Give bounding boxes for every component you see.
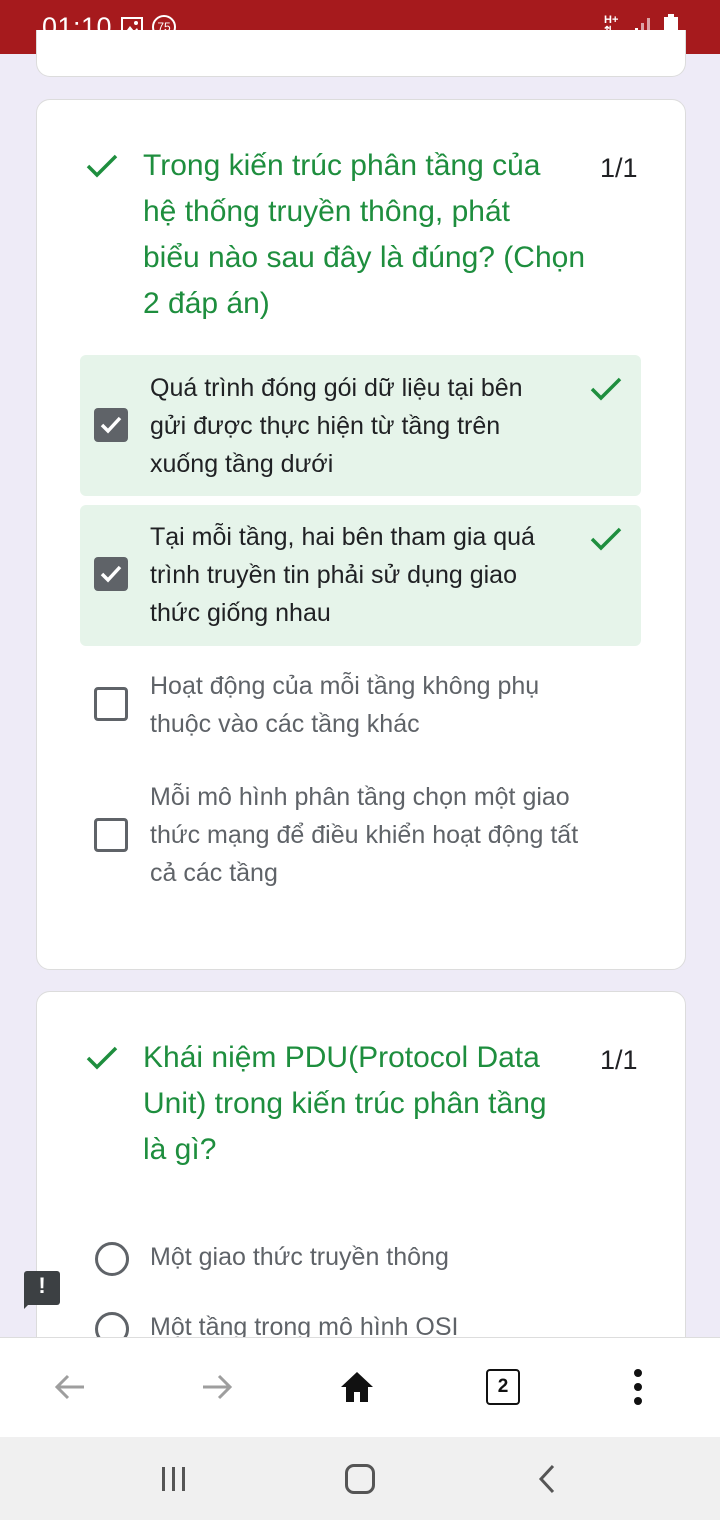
checkbox-checked[interactable] (94, 408, 128, 442)
option-unchecked[interactable]: Mỗi mô hình phân tầng chọn một giao thức… (80, 778, 641, 898)
option-line: thức mạng để điều khiển hoạt động tất (150, 821, 579, 849)
checkbox-checked[interactable] (94, 557, 128, 591)
option-text: Một giao thức truyền thông (150, 1243, 449, 1271)
tab-count: 2 (497, 1376, 509, 1397)
report-tail (24, 1301, 32, 1309)
option-line: trình truyền tin phải sử dụng giao (150, 561, 517, 589)
system-nav-bar (0, 1437, 720, 1520)
question-title-line: Unit) trong kiến trúc phân tầng (143, 1087, 547, 1120)
more-menu-icon[interactable] (632, 1368, 644, 1410)
option-text: Tại mỗi tầng, hai bên tham gia quá trình… (150, 518, 580, 632)
tabs-button[interactable]: 2 (486, 1369, 520, 1405)
option-line: thuộc vào các tầng khác (150, 710, 420, 738)
option-line: xuống tầng dưới (150, 450, 334, 478)
previous-card (36, 30, 686, 77)
checkbox-unchecked[interactable] (94, 687, 128, 721)
question-title-line: hệ thống truyền thông, phát (143, 195, 510, 228)
option-line: thức giống nhau (150, 599, 331, 627)
option-correct[interactable]: Quá trình đóng gói dữ liệu tại bên gửi đ… (80, 355, 641, 496)
option-line: Tại mỗi tầng, hai bên tham gia quá (150, 523, 535, 551)
recent-apps-icon[interactable] (160, 1465, 188, 1497)
back-arrow-icon[interactable] (52, 1372, 88, 1406)
question-title-line: là gì? (143, 1133, 217, 1166)
option-text: Hoạt động của mỗi tầng không phụ thuộc v… (150, 667, 620, 743)
option-line: gửi được thực hiện từ tầng trên (150, 412, 501, 440)
option-text: Mỗi mô hình phân tầng chọn một giao thức… (150, 778, 640, 892)
question-card-2: Khái niệm PDU(Protocol Data Unit) trong … (36, 991, 686, 1353)
correct-check-icon (85, 152, 119, 184)
home-nav-icon[interactable] (345, 1464, 375, 1494)
option-line: Hoạt động của mỗi tầng không phụ (150, 672, 540, 700)
home-icon[interactable] (339, 1370, 375, 1408)
forward-arrow-icon[interactable] (199, 1372, 235, 1406)
question-title-line: Trong kiến trúc phân tầng của (143, 149, 541, 182)
option-line: Mỗi mô hình phân tầng chọn một giao (150, 783, 570, 811)
option-correct[interactable]: Tại mỗi tầng, hai bên tham gia quá trình… (80, 505, 641, 646)
question-title: Trong kiến trúc phân tầng của hệ thống t… (143, 143, 603, 327)
question-score: 1/1 (600, 1045, 638, 1075)
correct-check-icon (85, 1044, 119, 1076)
question-title-line: 2 đáp án) (143, 287, 270, 320)
radio-button[interactable] (95, 1242, 129, 1276)
network-type: H+ (604, 14, 619, 26)
question-title: Khái niệm PDU(Protocol Data Unit) trong … (143, 1035, 603, 1173)
correct-answer-check-icon (589, 375, 623, 407)
option-line: Quá trình đóng gói dữ liệu tại bên (150, 374, 523, 402)
option-line: cả các tầng (150, 859, 278, 887)
correct-answer-check-icon (589, 525, 623, 557)
report-issue-button[interactable]: ! (24, 1271, 60, 1309)
question-title-line: Khái niệm PDU(Protocol Data (143, 1041, 540, 1074)
back-nav-icon[interactable] (536, 1463, 558, 1499)
option-unchecked[interactable]: Hoạt động của mỗi tầng không phụ thuộc v… (80, 667, 641, 747)
checkbox-unchecked[interactable] (94, 818, 128, 852)
browser-nav-bar: 2 (0, 1337, 720, 1438)
option-text: Quá trình đóng gói dữ liệu tại bên gửi đ… (150, 369, 570, 483)
exclamation-icon: ! (38, 1273, 46, 1298)
question-title-line: biểu nào sau đây là đúng? (Chọn (143, 241, 586, 274)
question-score: 1/1 (600, 153, 638, 183)
